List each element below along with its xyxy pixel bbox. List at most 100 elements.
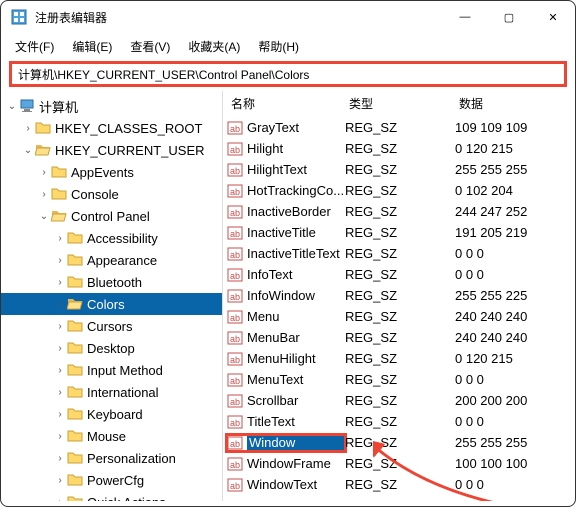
value-data: 255 255 225 xyxy=(455,288,575,303)
string-value-icon xyxy=(227,309,243,325)
tree-item-desktop[interactable]: ›Desktop xyxy=(1,337,222,359)
chevron-icon[interactable]: › xyxy=(53,475,67,486)
col-name[interactable]: 名称 xyxy=(227,95,349,112)
list-item[interactable]: InactiveBorderREG_SZ244 247 252 xyxy=(223,201,575,222)
list-item[interactable]: MenuBarREG_SZ240 240 240 xyxy=(223,327,575,348)
value-data: 0 0 0 xyxy=(455,414,575,429)
value-name: InfoText xyxy=(247,267,345,282)
menubar: 文件(F) 编辑(E) 查看(V) 收藏夹(A) 帮助(H) xyxy=(1,33,575,59)
chevron-icon[interactable]: › xyxy=(53,497,67,502)
col-data[interactable]: 数据 xyxy=(459,95,575,112)
tree-item-colors[interactable]: ›Colors xyxy=(1,293,222,315)
list-item[interactable]: HilightREG_SZ0 120 215 xyxy=(223,138,575,159)
chevron-icon[interactable]: › xyxy=(53,299,67,310)
close-button[interactable]: ✕ xyxy=(531,2,575,32)
folder-icon xyxy=(67,362,83,378)
value-data: 100 100 100 xyxy=(455,456,575,471)
folder-icon xyxy=(67,494,83,501)
list-item[interactable]: MenuHilightREG_SZ0 120 215 xyxy=(223,348,575,369)
tree-item-powercfg[interactable]: ›PowerCfg xyxy=(1,469,222,491)
string-value-icon xyxy=(227,246,243,262)
tree-item-bluetooth[interactable]: ›Bluetooth xyxy=(1,271,222,293)
tree-item-control-panel[interactable]: ⌄Control Panel xyxy=(1,205,222,227)
chevron-icon[interactable]: ⌄ xyxy=(37,211,51,222)
tree-hkcr[interactable]: ›HKEY_CLASSES_ROOT xyxy=(1,117,222,139)
menu-edit[interactable]: 编辑(E) xyxy=(64,36,120,57)
chevron-icon[interactable]: › xyxy=(53,277,67,288)
list-item[interactable]: WindowTextREG_SZ0 0 0 xyxy=(223,474,575,495)
chevron-icon[interactable]: ⌄ xyxy=(5,101,19,112)
value-type: REG_SZ xyxy=(345,246,455,261)
value-name: WindowText xyxy=(247,477,345,492)
chevron-icon[interactable]: › xyxy=(53,387,67,398)
tree-item-accessibility[interactable]: ›Accessibility xyxy=(1,227,222,249)
value-data: 255 255 255 xyxy=(455,162,575,177)
chevron-icon[interactable]: › xyxy=(37,189,51,200)
list-item[interactable]: InactiveTitleTextREG_SZ0 0 0 xyxy=(223,243,575,264)
value-type: REG_SZ xyxy=(345,351,455,366)
tree-hkcu[interactable]: ⌄HKEY_CURRENT_USER xyxy=(1,139,222,161)
string-value-icon xyxy=(227,435,243,451)
string-value-icon xyxy=(227,393,243,409)
value-name: MenuHilight xyxy=(247,351,345,366)
list-item[interactable]: ScrollbarREG_SZ200 200 200 xyxy=(223,390,575,411)
folder-icon xyxy=(35,120,51,136)
address-bar[interactable]: 计算机\HKEY_CURRENT_USER\Control Panel\Colo… xyxy=(9,61,567,87)
list-item[interactable]: InfoWindowREG_SZ255 255 225 xyxy=(223,285,575,306)
chevron-icon[interactable]: › xyxy=(37,167,51,178)
menu-help[interactable]: 帮助(H) xyxy=(250,36,307,57)
list-item[interactable]: MenuREG_SZ240 240 240 xyxy=(223,306,575,327)
chevron-icon[interactable]: › xyxy=(53,321,67,332)
folder-icon xyxy=(67,318,83,334)
chevron-icon[interactable]: › xyxy=(21,123,35,134)
value-type: REG_SZ xyxy=(345,372,455,387)
minimize-button[interactable]: — xyxy=(443,2,487,32)
tree-item-console[interactable]: ›Console xyxy=(1,183,222,205)
menu-file[interactable]: 文件(F) xyxy=(7,36,62,57)
value-data: 191 205 219 xyxy=(455,225,575,240)
list-item[interactable]: WindowFrameREG_SZ100 100 100 xyxy=(223,453,575,474)
list-item[interactable]: HotTrackingCo...REG_SZ0 102 204 xyxy=(223,180,575,201)
value-type: REG_SZ xyxy=(345,393,455,408)
value-data: 0 120 215 xyxy=(455,351,575,366)
chevron-icon[interactable]: › xyxy=(53,343,67,354)
tree-item-input-method[interactable]: ›Input Method xyxy=(1,359,222,381)
menu-view[interactable]: 查看(V) xyxy=(122,36,178,57)
chevron-icon[interactable]: › xyxy=(53,409,67,420)
list-item[interactable]: WindowREG_SZ255 255 255 xyxy=(223,432,575,453)
tree-view[interactable]: ⌄计算机›HKEY_CLASSES_ROOT⌄HKEY_CURRENT_USER… xyxy=(1,91,223,501)
maximize-button[interactable]: ▢ xyxy=(487,2,531,32)
chevron-icon[interactable]: ⌄ xyxy=(21,145,35,156)
tree-root[interactable]: ⌄计算机 xyxy=(1,95,222,117)
string-value-icon xyxy=(227,225,243,241)
tree-item-personalization[interactable]: ›Personalization xyxy=(1,447,222,469)
tree-item-international[interactable]: ›International xyxy=(1,381,222,403)
tree-item-cursors[interactable]: ›Cursors xyxy=(1,315,222,337)
tree-item-appearance[interactable]: ›Appearance xyxy=(1,249,222,271)
list-item[interactable]: HilightTextREG_SZ255 255 255 xyxy=(223,159,575,180)
chevron-icon[interactable]: › xyxy=(53,431,67,442)
list-item[interactable]: MenuTextREG_SZ0 0 0 xyxy=(223,369,575,390)
list-item[interactable]: TitleTextREG_SZ0 0 0 xyxy=(223,411,575,432)
list-view[interactable]: 名称 类型 数据 GrayTextREG_SZ109 109 109Hiligh… xyxy=(223,91,575,501)
chevron-icon[interactable]: › xyxy=(53,453,67,464)
value-type: REG_SZ xyxy=(345,456,455,471)
menu-favorites[interactable]: 收藏夹(A) xyxy=(180,36,248,57)
chevron-icon[interactable]: › xyxy=(53,255,67,266)
list-header[interactable]: 名称 类型 数据 xyxy=(223,91,575,115)
value-type: REG_SZ xyxy=(345,309,455,324)
list-item[interactable]: GrayTextREG_SZ109 109 109 xyxy=(223,117,575,138)
value-name: MenuText xyxy=(247,372,345,387)
tree-item-mouse[interactable]: ›Mouse xyxy=(1,425,222,447)
tree-item-keyboard[interactable]: ›Keyboard xyxy=(1,403,222,425)
tree-item-appevents[interactable]: ›AppEvents xyxy=(1,161,222,183)
chevron-icon[interactable]: › xyxy=(53,365,67,376)
tree-item-quick-actions[interactable]: ›Quick Actions xyxy=(1,491,222,501)
list-item[interactable]: InactiveTitleREG_SZ191 205 219 xyxy=(223,222,575,243)
chevron-icon[interactable]: › xyxy=(53,233,67,244)
col-type[interactable]: 类型 xyxy=(349,95,459,112)
list-item[interactable]: InfoTextREG_SZ0 0 0 xyxy=(223,264,575,285)
string-value-icon xyxy=(227,120,243,136)
folder-icon xyxy=(51,186,67,202)
value-name: Scrollbar xyxy=(247,393,345,408)
